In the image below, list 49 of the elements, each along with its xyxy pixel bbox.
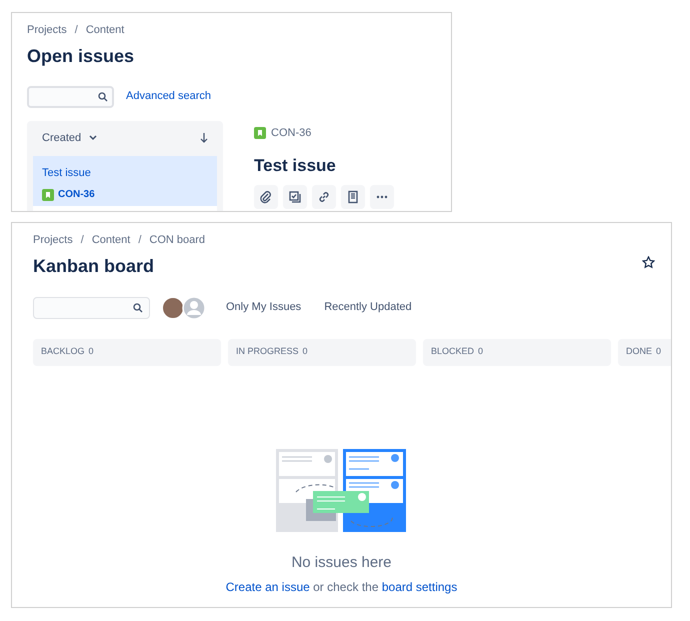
breadcrumb-separator: / [80, 233, 85, 248]
column-name: BACKLOG [41, 345, 85, 358]
breadcrumb-link[interactable]: CON board [149, 232, 206, 248]
empty-state-link[interactable]: board settings [382, 580, 458, 594]
breadcrumb-link[interactable]: Projects [33, 232, 73, 248]
empty-state-message: Create an issue or check the board settings [226, 579, 458, 596]
issue-key[interactable]: CON-36 [271, 124, 312, 141]
column-count: 0 [88, 345, 94, 358]
board-title: Kanban board [33, 254, 156, 278]
column-count: 0 [478, 345, 484, 358]
issue-list-item[interactable]: Test issue CON-36 [33, 156, 217, 206]
chevron-down-icon [89, 135, 98, 141]
breadcrumb-link[interactable]: Content [86, 22, 124, 38]
column-name: BLOCKED [431, 345, 474, 358]
sort-arrow-icon[interactable] [200, 133, 208, 143]
search-field[interactable] [27, 86, 114, 108]
issue-title: Test issue [42, 166, 92, 180]
paperclip-button[interactable] [254, 184, 278, 208]
advanced-search-link[interactable]: Advanced search [126, 88, 211, 105]
story-icon [254, 126, 266, 139]
more-button[interactable] [370, 184, 394, 208]
document-icon [346, 190, 360, 204]
breadcrumb-separator: / [137, 233, 142, 248]
page-title: Open issues [27, 44, 136, 68]
document-button[interactable] [341, 184, 365, 208]
empty-state-title: No issues here [291, 552, 392, 572]
star-icon[interactable] [642, 256, 655, 269]
link-icon [317, 190, 331, 204]
issue-key: CON-36 [58, 187, 95, 202]
column-name: IN PROGRESS [236, 345, 299, 358]
breadcrumb-link[interactable]: Content [92, 232, 130, 248]
checklist-icon [288, 190, 302, 204]
board-search-field[interactable] [33, 296, 150, 318]
breadcrumb-separator: / [74, 23, 79, 38]
search-icon [98, 92, 108, 102]
link-button[interactable] [312, 184, 336, 208]
checklist-button[interactable] [283, 184, 307, 208]
column-count: 0 [656, 345, 662, 358]
sort-dropdown[interactable]: Created [42, 130, 98, 146]
empty-state-link[interactable]: Create an issue [226, 580, 310, 594]
quick-filter-button[interactable]: Recently Updated [324, 299, 412, 316]
breadcrumb-link[interactable]: Projects [27, 22, 67, 38]
column-count: 0 [302, 345, 308, 358]
story-icon [42, 188, 54, 200]
column-name: DONE [626, 345, 652, 358]
quick-filter-button[interactable]: Only My Issues [226, 299, 302, 316]
issue-heading: Test issue [254, 155, 337, 177]
paperclip-icon [259, 190, 273, 204]
search-icon [133, 302, 143, 312]
